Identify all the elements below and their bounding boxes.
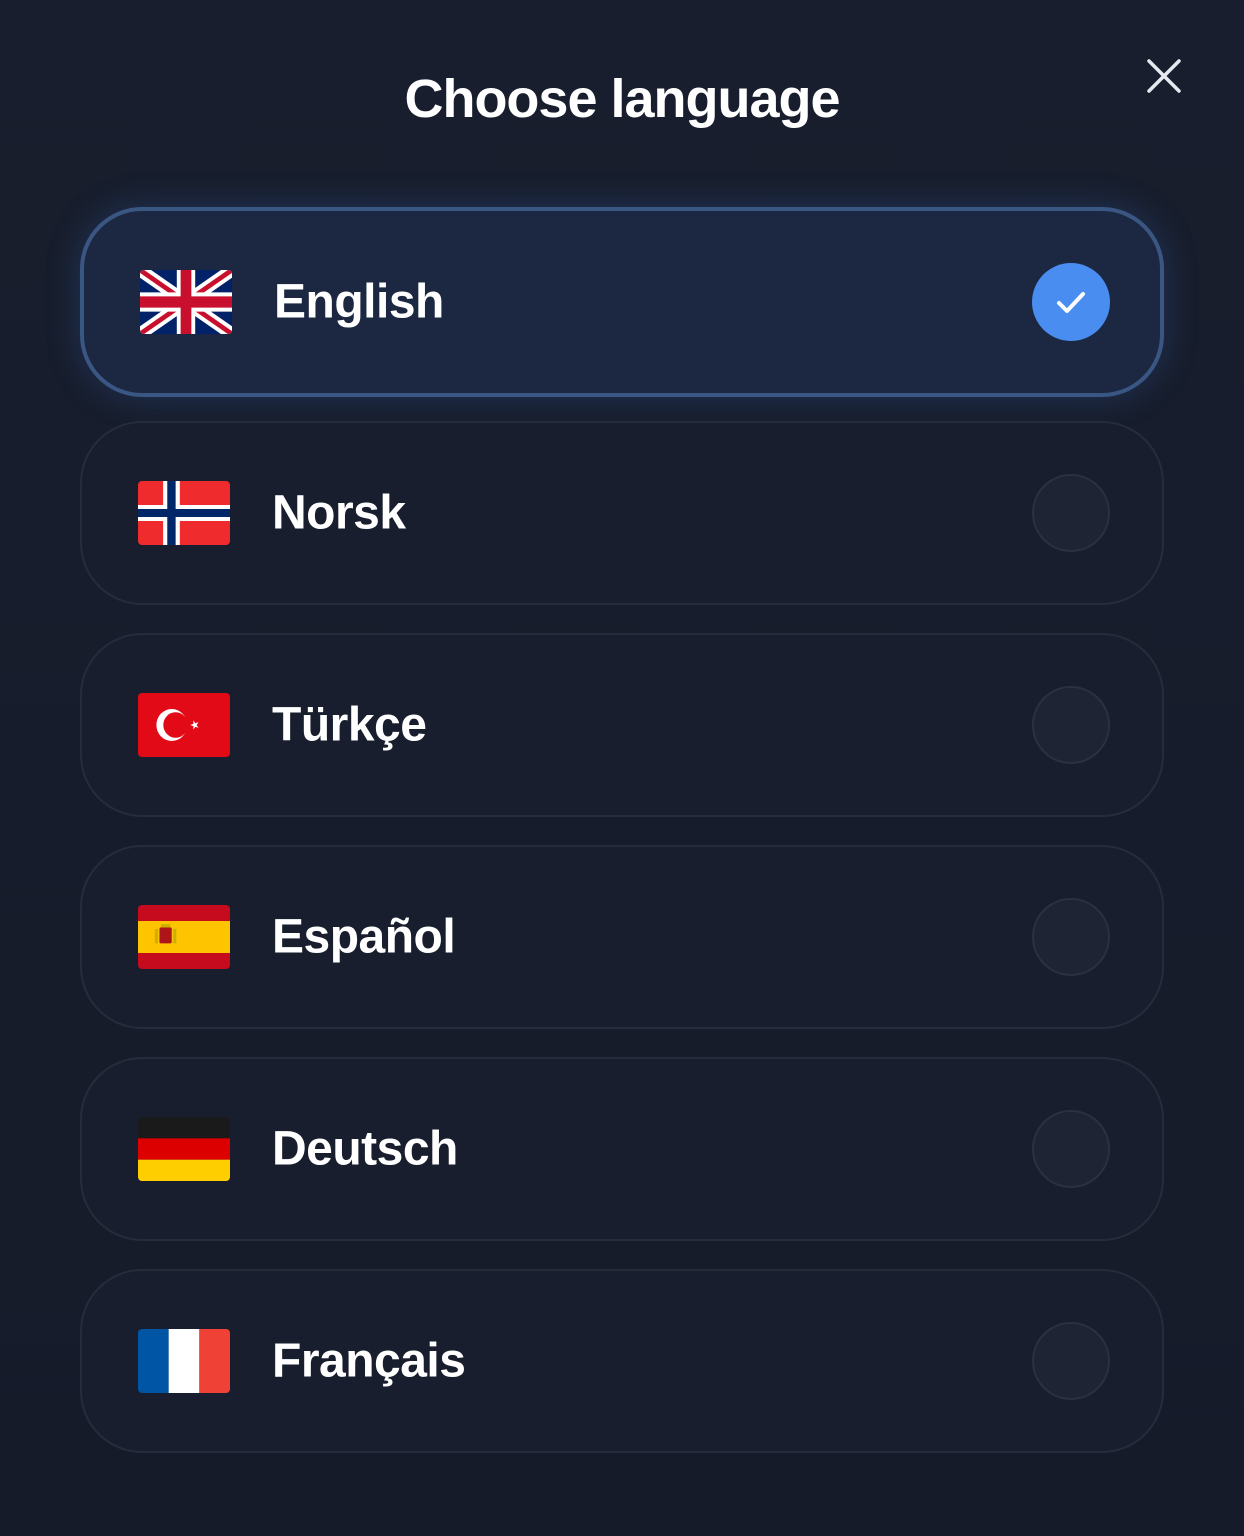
language-option-francais[interactable]: Français <box>80 1269 1164 1453</box>
language-label: Norsk <box>272 486 406 540</box>
modal-title: Choose language <box>404 69 840 129</box>
language-option-english[interactable]: English <box>80 207 1164 397</box>
language-option-norsk[interactable]: Norsk <box>80 421 1164 605</box>
uk-flag-icon <box>140 270 232 334</box>
radio-unselected[interactable] <box>1032 898 1110 976</box>
language-option-turkce[interactable]: Türkçe <box>80 633 1164 817</box>
germany-flag-icon <box>138 1117 230 1181</box>
language-label: Français <box>272 1334 466 1388</box>
france-flag-icon <box>138 1329 230 1393</box>
spain-flag-icon <box>138 905 230 969</box>
language-list: English Norsk Türkçe Español Deutsch Fra… <box>80 207 1164 1481</box>
radio-unselected[interactable] <box>1032 474 1110 552</box>
language-label: Deutsch <box>272 1122 458 1176</box>
checkmark-icon <box>1057 292 1085 313</box>
radio-selected[interactable] <box>1032 263 1110 341</box>
language-option-deutsch[interactable]: Deutsch <box>80 1057 1164 1241</box>
close-button[interactable] <box>1136 48 1192 104</box>
language-modal: Choose language English Norsk Türkçe Esp… <box>0 0 1244 1536</box>
radio-unselected[interactable] <box>1032 686 1110 764</box>
close-icon <box>1147 59 1181 93</box>
language-label: Türkçe <box>272 698 427 752</box>
norway-flag-icon <box>138 481 230 545</box>
radio-unselected[interactable] <box>1032 1322 1110 1400</box>
radio-unselected[interactable] <box>1032 1110 1110 1188</box>
turkey-flag-icon <box>138 693 230 757</box>
language-option-espanol[interactable]: Español <box>80 845 1164 1029</box>
language-label: Español <box>272 910 456 964</box>
language-label: English <box>274 275 444 329</box>
